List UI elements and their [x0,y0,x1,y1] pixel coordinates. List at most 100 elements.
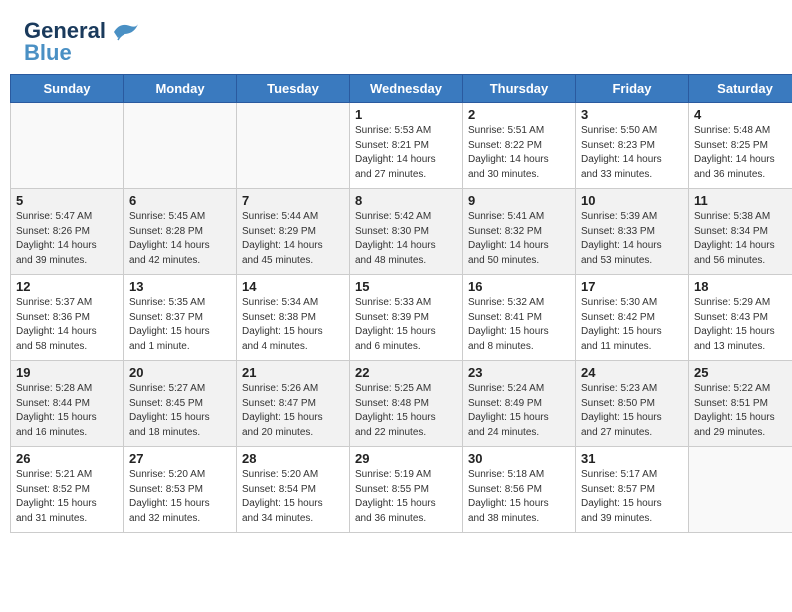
day-number: 10 [581,193,683,208]
calendar-day-24: 24Sunrise: 5:23 AM Sunset: 8:50 PM Dayli… [576,361,689,447]
calendar-day-19: 19 Sunrise: 5:28 AM Sunset: 8:44 PM Dayli… [11,361,124,447]
day-number: 31 [581,451,683,466]
day-info: Sunrise: 5:28 AM Sunset: 8:44 PM Dayligh… [16,382,118,440]
weekday-header-tuesday: Tuesday [237,75,350,103]
day-number: 18 [694,279,792,294]
day-number: 11 [694,193,792,208]
day-number: 7 [242,193,344,208]
calendar-day-31: 31 Sunrise: 5:17 AM Sunset: 8:57 PM Dayli… [576,447,689,533]
day-info: Sunrise: 5:29 AM Sunset: 8:43 PM Dayligh… [694,296,792,354]
day-info: Sunrise: 5:39 AM Sunset: 8:33 PM Dayligh… [581,210,683,268]
day-number: 29 [355,451,457,466]
day-info: Sunrise: 5:24 AM Sunset: 8:49 PM Dayligh… [468,382,570,440]
day-number: 24 [581,365,683,380]
day-number: 17 [581,279,683,294]
day-info: Sunrise: 5:51 AM Sunset: 8:22 PM Dayligh… [468,124,570,182]
day-number: 21 [242,365,344,380]
day-info: Sunrise: 5:22 AM Sunset: 8:51 PM Dayligh… [694,382,792,440]
weekday-header-friday: Friday [576,75,689,103]
calendar-day-1: 1 Sunrise: 5:53 AM Sunset: 8:21 PM Daylig… [350,103,463,189]
day-number: 6 [129,193,231,208]
calendar-day-25: 25 Sunrise: 5:22 AM Sunset: 8:51 PM Dayli… [689,361,792,447]
day-number: 1 [355,107,457,122]
weekday-header-saturday: Saturday [689,75,792,103]
day-number: 19 [16,365,118,380]
calendar-table: SundayMondayTuesdayWednesdayThursdayFrid… [10,74,792,533]
day-number: 27 [129,451,231,466]
day-info: Sunrise: 5:33 AM Sunset: 8:39 PM Dayligh… [355,296,457,354]
calendar-week-1: 1 Sunrise: 5:53 AM Sunset: 8:21 PM Daylig… [11,103,792,189]
day-info: Sunrise: 5:30 AM Sunset: 8:42 PM Dayligh… [581,296,683,354]
day-info: Sunrise: 5:42 AM Sunset: 8:30 PM Dayligh… [355,210,457,268]
weekday-header-thursday: Thursday [463,75,576,103]
day-info: Sunrise: 5:34 AM Sunset: 8:38 PM Dayligh… [242,296,344,354]
calendar-day-11: 11 Sunrise: 5:38 AM Sunset: 8:34 PM Dayli… [689,189,792,275]
calendar-day-29: 29 Sunrise: 5:19 AM Sunset: 8:55 PM Dayli… [350,447,463,533]
calendar-day-2: 2 Sunrise: 5:51 AM Sunset: 8:22 PM Daylig… [463,103,576,189]
calendar-day-12: 12Sunrise: 5:37 AM Sunset: 8:36 PM Dayli… [11,275,124,361]
day-number: 15 [355,279,457,294]
day-number: 16 [468,279,570,294]
calendar-day-20: 20Sunrise: 5:27 AM Sunset: 8:45 PM Dayli… [124,361,237,447]
calendar-day-8: 8Sunrise: 5:42 AM Sunset: 8:30 PM Daylig… [350,189,463,275]
logo-blue-text: Blue [24,40,72,66]
day-info: Sunrise: 5:47 AM Sunset: 8:26 PM Dayligh… [16,210,118,268]
calendar-week-2: 5 Sunrise: 5:47 AM Sunset: 8:26 PM Daylig… [11,189,792,275]
day-info: Sunrise: 5:35 AM Sunset: 8:37 PM Dayligh… [129,296,231,354]
calendar-day-3: 3Sunrise: 5:50 AM Sunset: 8:23 PM Daylig… [576,103,689,189]
day-number: 13 [129,279,231,294]
weekday-header-wednesday: Wednesday [350,75,463,103]
calendar-empty-cell [124,103,237,189]
day-info: Sunrise: 5:53 AM Sunset: 8:21 PM Dayligh… [355,124,457,182]
calendar-day-23: 23 Sunrise: 5:24 AM Sunset: 8:49 PM Dayli… [463,361,576,447]
calendar-day-15: 15 Sunrise: 5:33 AM Sunset: 8:39 PM Dayli… [350,275,463,361]
calendar-day-7: 7 Sunrise: 5:44 AM Sunset: 8:29 PM Daylig… [237,189,350,275]
day-info: Sunrise: 5:41 AM Sunset: 8:32 PM Dayligh… [468,210,570,268]
calendar-day-13: 13 Sunrise: 5:35 AM Sunset: 8:37 PM Dayli… [124,275,237,361]
day-info: Sunrise: 5:20 AM Sunset: 8:53 PM Dayligh… [129,468,231,526]
calendar-day-22: 22 Sunrise: 5:25 AM Sunset: 8:48 PM Dayli… [350,361,463,447]
calendar-day-10: 10 Sunrise: 5:39 AM Sunset: 8:33 PM Dayli… [576,189,689,275]
day-info: Sunrise: 5:44 AM Sunset: 8:29 PM Dayligh… [242,210,344,268]
day-number: 4 [694,107,792,122]
day-info: Sunrise: 5:20 AM Sunset: 8:54 PM Dayligh… [242,468,344,526]
weekday-header-row: SundayMondayTuesdayWednesdayThursdayFrid… [11,75,792,103]
day-number: 14 [242,279,344,294]
day-number: 5 [16,193,118,208]
day-number: 22 [355,365,457,380]
calendar-day-6: 6 Sunrise: 5:45 AM Sunset: 8:28 PM Daylig… [124,189,237,275]
weekday-header-sunday: Sunday [11,75,124,103]
calendar-empty-cell [689,447,792,533]
day-info: Sunrise: 5:19 AM Sunset: 8:55 PM Dayligh… [355,468,457,526]
calendar-day-28: 28Sunrise: 5:20 AM Sunset: 8:54 PM Dayli… [237,447,350,533]
day-info: Sunrise: 5:21 AM Sunset: 8:52 PM Dayligh… [16,468,118,526]
day-info: Sunrise: 5:17 AM Sunset: 8:57 PM Dayligh… [581,468,683,526]
calendar-week-4: 19 Sunrise: 5:28 AM Sunset: 8:44 PM Dayli… [11,361,792,447]
day-number: 2 [468,107,570,122]
calendar-day-30: 30 Sunrise: 5:18 AM Sunset: 8:56 PM Dayli… [463,447,576,533]
logo-bird-icon [110,20,140,42]
day-number: 3 [581,107,683,122]
calendar-day-9: 9 Sunrise: 5:41 AM Sunset: 8:32 PM Daylig… [463,189,576,275]
day-info: Sunrise: 5:37 AM Sunset: 8:36 PM Dayligh… [16,296,118,354]
calendar-week-3: 12Sunrise: 5:37 AM Sunset: 8:36 PM Dayli… [11,275,792,361]
day-info: Sunrise: 5:26 AM Sunset: 8:47 PM Dayligh… [242,382,344,440]
day-number: 20 [129,365,231,380]
calendar-day-18: 18 Sunrise: 5:29 AM Sunset: 8:43 PM Dayli… [689,275,792,361]
day-info: Sunrise: 5:25 AM Sunset: 8:48 PM Dayligh… [355,382,457,440]
weekday-header-monday: Monday [124,75,237,103]
day-number: 26 [16,451,118,466]
day-info: Sunrise: 5:18 AM Sunset: 8:56 PM Dayligh… [468,468,570,526]
calendar-week-5: 26 Sunrise: 5:21 AM Sunset: 8:52 PM Dayli… [11,447,792,533]
day-info: Sunrise: 5:48 AM Sunset: 8:25 PM Dayligh… [694,124,792,182]
calendar-empty-cell [11,103,124,189]
day-info: Sunrise: 5:45 AM Sunset: 8:28 PM Dayligh… [129,210,231,268]
day-number: 25 [694,365,792,380]
page-header: General Blue [0,0,792,74]
day-info: Sunrise: 5:38 AM Sunset: 8:34 PM Dayligh… [694,210,792,268]
day-number: 9 [468,193,570,208]
calendar-day-4: 4 Sunrise: 5:48 AM Sunset: 8:25 PM Daylig… [689,103,792,189]
logo: General Blue [24,18,140,66]
day-number: 23 [468,365,570,380]
day-number: 30 [468,451,570,466]
